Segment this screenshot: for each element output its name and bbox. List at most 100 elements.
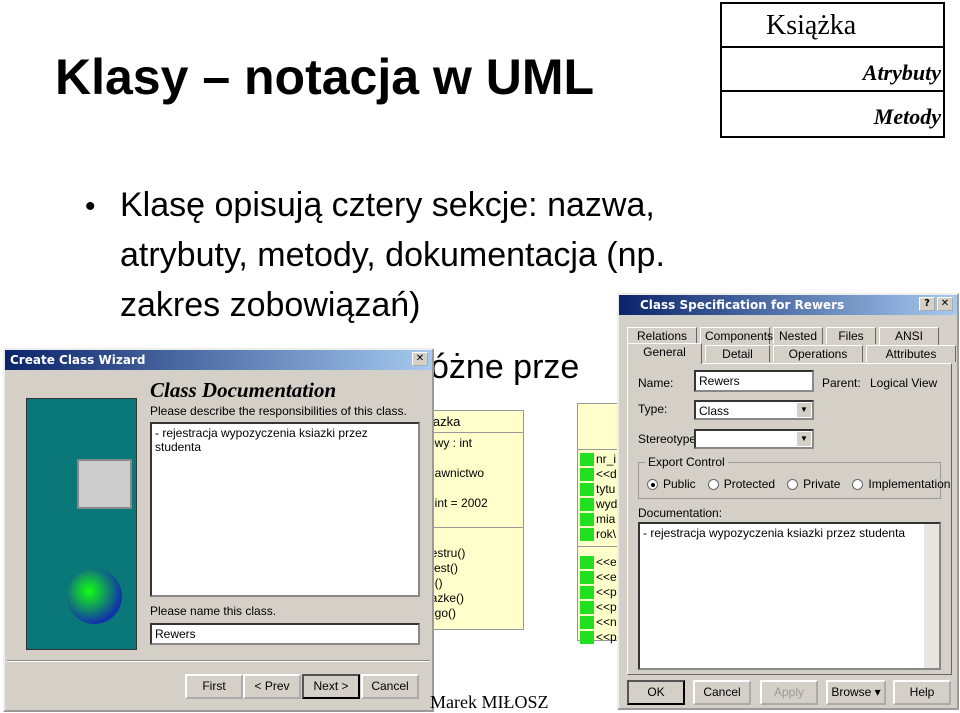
radio-icon[interactable] [787,479,799,491]
uml-attribute: : int = 2002 [428,496,488,510]
tab-general[interactable]: General [627,343,702,364]
divider [7,660,430,662]
slide-title: Klasy – notacja w UML [55,49,595,105]
uml-attribute [428,451,523,466]
attribute-icon [580,498,594,512]
uml-attribute: mia [596,512,616,526]
name-label: Name: [638,376,674,390]
bullet-1: • Klasę opisują cztery sekcje: nazwa, [85,186,655,224]
parent-label: Parent: [822,376,861,390]
general-tab-panel: Name: Rewers Parent: Logical View Type: … [627,363,952,675]
scrollbar[interactable] [924,524,939,668]
tab-attributes[interactable]: Attributes [866,345,956,362]
type-value: Class [699,404,730,418]
chevron-down-icon[interactable]: ▼ [797,432,811,446]
radio-implementation[interactable]: Implementation [852,477,950,491]
close-icon[interactable]: ✕ [412,352,428,366]
uml-attribute: rok\ [596,527,617,541]
class-methods: Metody [873,104,941,129]
tab-detail[interactable]: Detail [705,345,770,362]
uml-method: <<p [596,585,617,599]
uml-method: jestru() [428,546,466,560]
wizard-titlebar: Create Class Wizard ✕ [5,350,432,370]
describe-label: Please describe the responsibilities of … [150,404,407,418]
uml-attribute: wyd [596,497,618,511]
tab-files[interactable]: Files [826,327,876,344]
tab-operations[interactable]: Operations [773,345,863,362]
class-name-input[interactable]: Rewers [150,623,420,645]
name-input[interactable]: Rewers [694,370,814,392]
uml-attribute: dawnictwo [428,466,485,480]
uml-method: <<n [596,615,617,629]
parent-value: Logical View [870,376,938,390]
uml-method: ogo() [428,606,457,620]
bullet-1-line3: zakres zobowiązań) [120,286,421,324]
class-notation-box: Książka Atrybuty Metody [720,2,945,138]
uml-method: iazke() [428,591,465,605]
apply-button[interactable]: Apply [760,680,818,705]
first-button[interactable]: First [185,674,243,699]
stereotype-label: Stereotype: [638,432,700,446]
uml-attribute: owy : int [428,436,473,450]
browse-button[interactable]: Browse ▾ [826,680,886,705]
documentation-text: - rejestracja wypozyczenia ksiazki przez… [643,526,906,540]
uml-class-ksiazka: iazka owy : int dawnictwor: int = 2002 je… [425,410,524,630]
attribute-icon [580,468,594,482]
wizard-illustration [26,398,137,650]
radio-public[interactable]: Public [647,477,696,491]
tab-nested[interactable]: Nested [773,327,823,344]
globe-icon [67,569,122,624]
help-button[interactable]: Help [893,680,951,705]
operation-icon [580,586,594,600]
radio-icon[interactable] [647,479,658,491]
type-label: Type: [638,402,668,416]
radio-icon[interactable] [852,479,864,491]
attribute-icon [580,483,594,497]
ok-button[interactable]: OK [627,680,685,705]
tab-relations[interactable]: Relations [627,327,697,344]
attribute-icon [580,453,594,467]
wizard-heading: Class Documentation [150,378,337,402]
cancel-button[interactable]: Cancel [693,680,751,705]
uml-method: <<p [596,630,617,644]
attribute-icon [580,513,594,527]
footer-author: Marek MIŁOSZ [430,692,549,712]
class-attributes: Atrybuty [722,48,943,92]
tab-components[interactable]: Components [700,327,773,344]
uml-method: <<e [596,555,617,569]
radio-icon[interactable] [707,479,719,491]
uml-attribute: r [428,481,523,496]
computer-icon [77,459,132,509]
prev-button[interactable]: < Prev [243,674,301,699]
spec-titlebar: Class Specification for Rewers ? ✕ [619,295,957,315]
wizard-title: Create Class Wizard [10,353,146,367]
operation-icon [580,616,594,630]
name-label: Please name this class. [150,604,277,618]
cancel-button[interactable]: Cancel [361,674,419,699]
radio-protected[interactable]: Protected [707,477,775,491]
description-textarea[interactable]: - rejestracja wypozyczenia ksiazki przez… [150,422,420,597]
class-name: Książka [722,4,943,48]
bullet-1-line2: atrybuty, metody, dokumentacja (np. [120,236,665,274]
documentation-label: Documentation: [638,506,723,520]
documentation-textarea[interactable]: - rejestracja wypozyczenia ksiazki przez… [638,522,941,670]
chevron-down-icon[interactable]: ▼ [797,403,811,417]
uml-method: <<p [596,600,617,614]
bullet-dot: • [85,190,96,223]
create-class-wizard-dialog: Create Class Wizard ✕ Class Documentatio… [3,348,434,712]
uml-attribute: tytu [596,482,616,496]
uml-attribute: nr_i [596,452,617,466]
type-select[interactable]: Class ▼ [694,400,814,420]
close-icon[interactable]: ✕ [937,297,953,311]
help-icon[interactable]: ? [919,297,935,311]
operation-icon [580,631,594,645]
uml-method: Jest() [428,561,458,575]
uml-method: e() [428,576,443,590]
stereotype-select[interactable]: ▼ [694,429,814,449]
bullet-2-partial: óżne prze [430,348,580,386]
export-control-label: Export Control [645,455,728,469]
next-button[interactable]: Next > [302,674,360,699]
uml-attribute: <<d [596,467,617,481]
class-specification-dialog: Class Specification for Rewers ? ✕ Name:… [617,293,959,710]
radio-private[interactable]: Private [787,477,840,491]
